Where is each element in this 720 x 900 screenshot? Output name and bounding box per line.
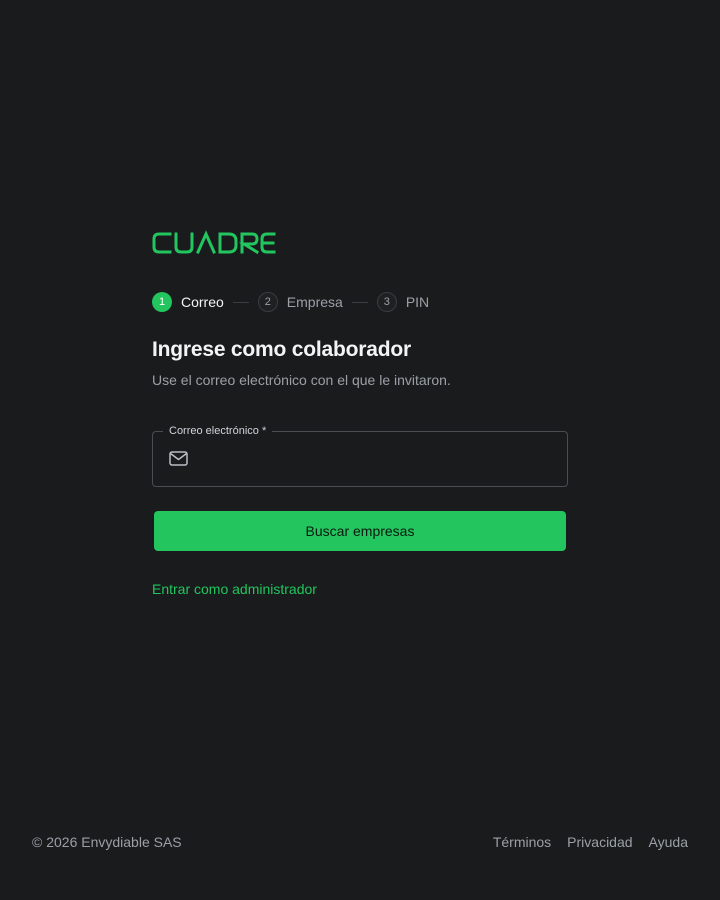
email-field-label: Correo electrónico * <box>163 425 273 438</box>
step-number: 2 <box>257 292 278 312</box>
page-title: Ingrese como colaborador <box>152 338 411 361</box>
footer-links: Términos Privacidad Ayuda <box>493 834 688 850</box>
login-stepper: 1 Correo 2 Empresa 3 PIN <box>152 291 429 313</box>
email-field[interactable]: Correo electrónico * <box>152 425 568 487</box>
step-correo[interactable]: 1 Correo <box>152 292 224 312</box>
required-mark: * <box>261 425 267 437</box>
privacy-link[interactable]: Privacidad <box>567 834 632 850</box>
admin-login-link[interactable]: Entrar como administrador <box>152 581 317 597</box>
footer: © 2026 Envydiable SAS Términos Privacida… <box>32 832 688 852</box>
search-companies-button[interactable]: Buscar empresas <box>154 511 566 551</box>
step-label: Empresa <box>286 294 343 310</box>
step-empresa[interactable]: 2 Empresa <box>257 292 343 312</box>
step-number: 3 <box>376 292 397 312</box>
help-link[interactable]: Ayuda <box>649 834 688 850</box>
copyright-text: © 2026 Envydiable SAS <box>32 834 182 850</box>
step-connector <box>351 301 368 303</box>
step-number: 1 <box>152 292 172 312</box>
brand-logo <box>152 230 276 256</box>
step-label: Correo <box>181 294 224 310</box>
page-subtitle: Use el correo electrónico con el que le … <box>152 372 451 388</box>
step-pin[interactable]: 3 PIN <box>376 292 430 312</box>
email-input[interactable] <box>201 444 555 476</box>
email-label-text: Correo electrónico <box>169 425 259 437</box>
terms-link[interactable]: Términos <box>493 834 551 850</box>
mail-icon <box>169 451 188 466</box>
step-label: PIN <box>405 294 430 310</box>
login-page: 1 Correo 2 Empresa 3 PIN Ingrese como co… <box>0 0 720 900</box>
step-connector <box>232 301 249 303</box>
